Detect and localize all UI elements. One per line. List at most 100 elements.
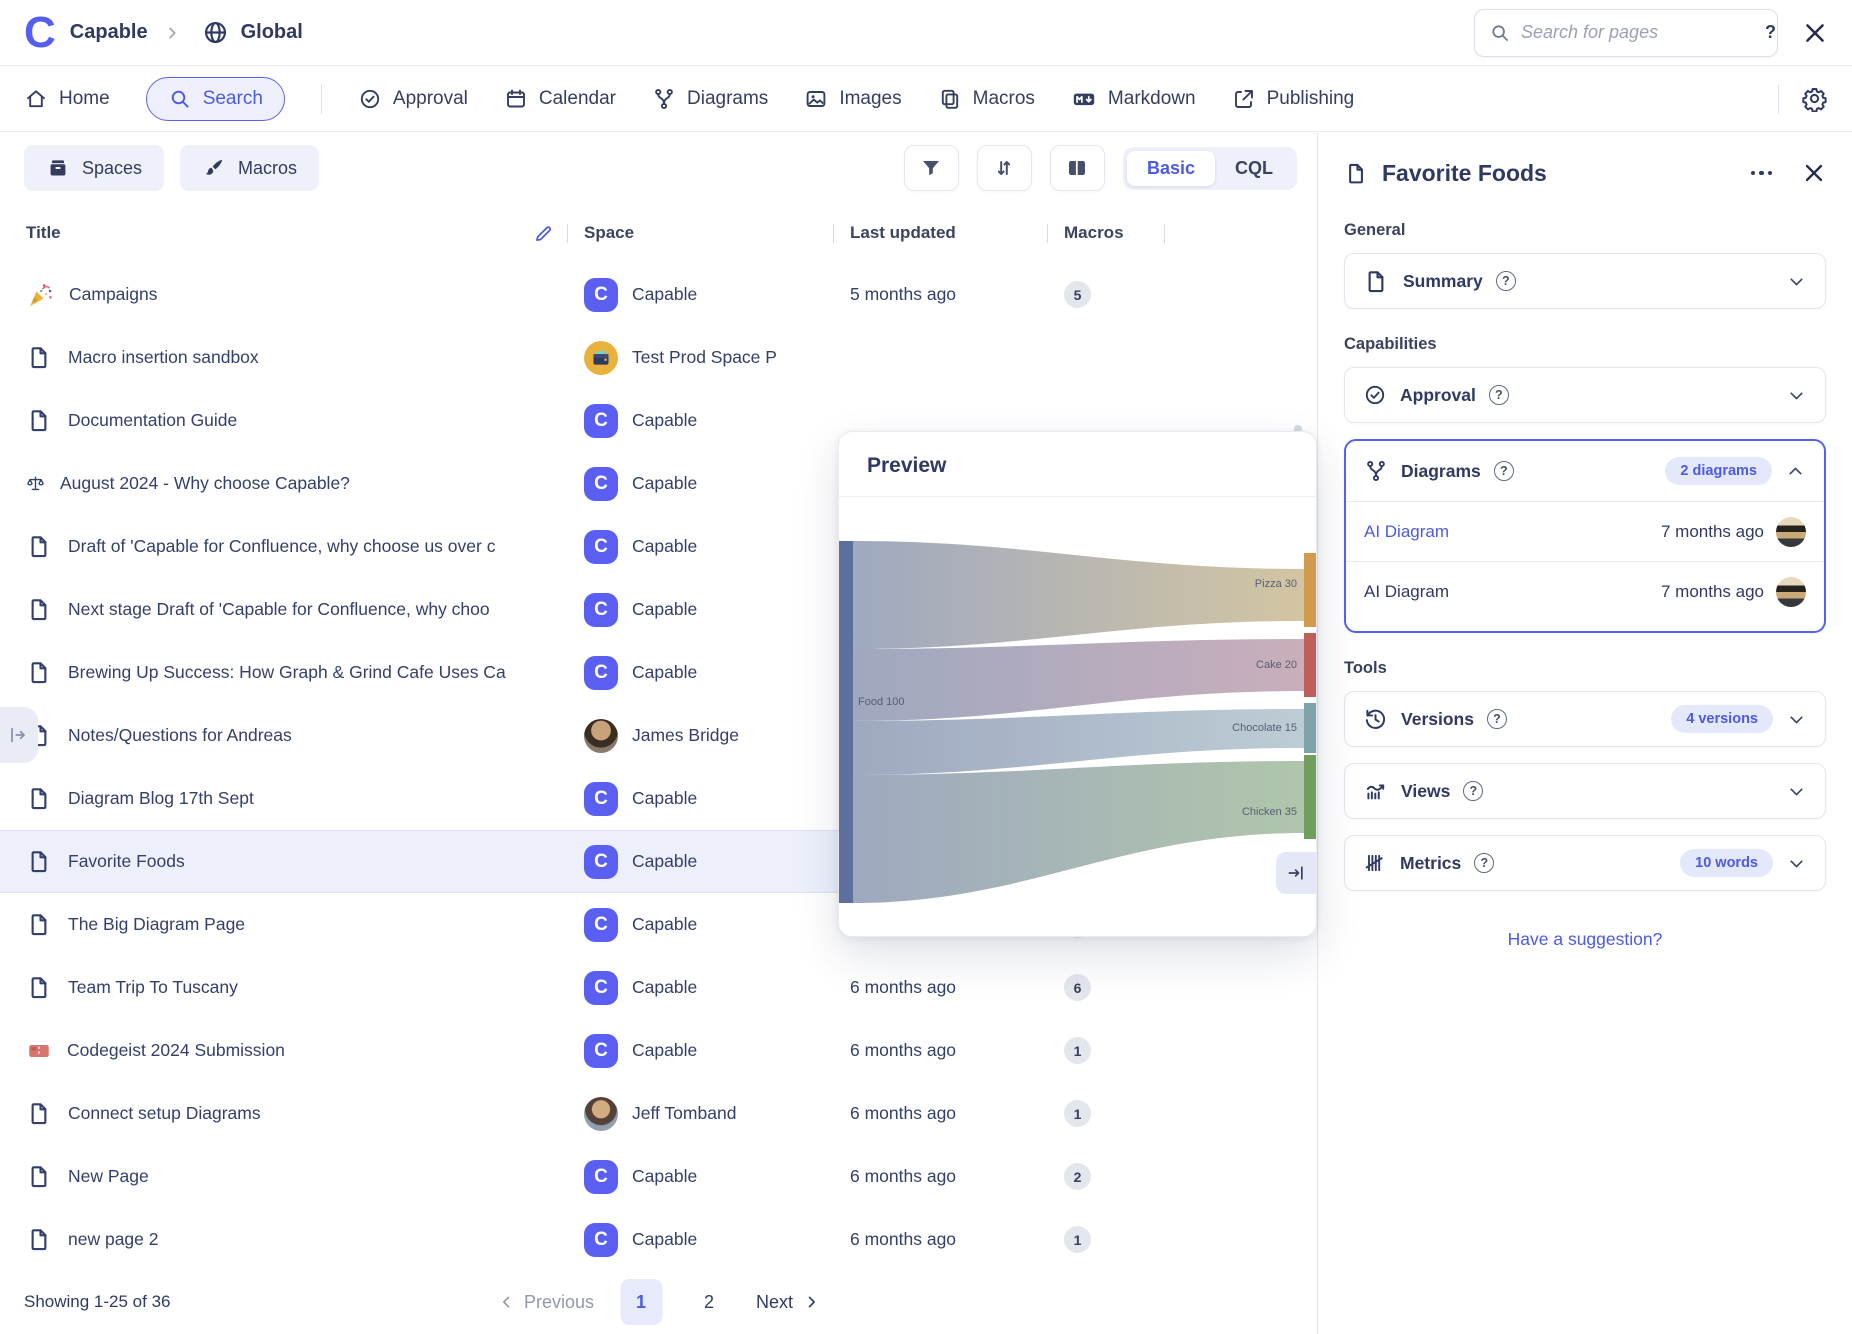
mode-basic[interactable]: Basic [1127,151,1215,186]
chevron-down-icon[interactable] [1786,709,1807,730]
table-row[interactable]: new page 2 C Capable 6 months ago 1 [0,1208,1305,1271]
column-header-updated[interactable]: Last updated [850,203,1064,263]
search-input[interactable] [1521,22,1755,43]
row-title[interactable]: Brewing Up Success: How Graph & Grind Ca… [68,662,506,683]
chevron-down-icon[interactable] [1786,271,1807,292]
jump-to-page-button[interactable] [0,707,38,763]
nav-item-search[interactable]: Search [146,77,285,121]
row-space[interactable]: James Bridge [584,719,850,753]
row-title[interactable]: August 2024 - Why choose Capable? [60,473,350,494]
nav-item-approval[interactable]: Approval [358,87,468,111]
nav-item-home[interactable]: Home [24,87,110,111]
chevron-down-icon[interactable] [1786,781,1807,802]
column-divider[interactable] [1047,224,1048,243]
mode-cql[interactable]: CQL [1215,151,1293,186]
columns-button[interactable] [1050,145,1105,191]
gear-icon[interactable] [1801,85,1828,112]
breadcrumb-app[interactable]: Capable [70,21,148,44]
diagram-link[interactable]: AI Diagram [1364,522,1449,542]
row-title[interactable]: The Big Diagram Page [68,914,245,935]
row-space[interactable]: Jeff Tomband [584,1097,850,1131]
row-space[interactable]: C Capable [584,908,850,942]
table-row[interactable]: Codegeist 2024 Submission C Capable 6 mo… [0,1019,1305,1082]
suggestion-link[interactable]: Have a suggestion? [1344,929,1826,950]
row-space[interactable]: C Capable [584,1034,850,1068]
nav-item-publishing[interactable]: Publishing [1232,87,1355,111]
diagram-item[interactable]: AI Diagram 7 months ago [1346,561,1824,621]
nav-item-images[interactable]: Images [804,87,901,111]
previous-page-button[interactable]: Previous [498,1292,594,1313]
row-title[interactable]: Macro insertion sandbox [68,347,259,368]
chevron-up-icon[interactable] [1785,461,1806,482]
table-row[interactable]: Team Trip To Tuscany C Capable 6 months … [0,956,1305,1019]
page-number-2[interactable]: 2 [688,1279,730,1325]
row-title[interactable]: New Page [68,1166,149,1187]
row-space[interactable]: C Capable [584,1160,850,1194]
row-title[interactable]: Documentation Guide [68,410,237,431]
row-space[interactable]: C Capable [584,1223,850,1257]
panel-card-summary[interactable]: Summary ? [1344,253,1826,309]
column-divider[interactable] [833,224,834,243]
more-options-button[interactable] [1745,165,1779,182]
panel-close-icon[interactable] [1802,161,1826,185]
row-title[interactable]: Diagram Blog 17th Sept [68,788,254,809]
table-row[interactable]: Campaigns C Capable 5 months ago 5 [0,263,1305,326]
search-help[interactable]: ? [1765,22,1776,43]
capable-logo-icon[interactable]: C [24,11,54,55]
help-icon[interactable]: ? [1494,461,1514,481]
panel-card-versions[interactable]: Versions ? 4 versions [1344,691,1826,747]
close-icon[interactable] [1802,20,1828,46]
diagram-item[interactable]: AI Diagram 7 months ago [1346,501,1824,561]
open-preview-button[interactable] [1276,852,1316,894]
row-title[interactable]: Next stage Draft of 'Capable for Conflue… [68,599,490,620]
breadcrumb-space[interactable]: Global [241,21,303,44]
help-icon[interactable]: ? [1496,271,1516,291]
column-header-macros[interactable]: Macros [1064,203,1181,263]
row-title[interactable]: Codegeist 2024 Submission [67,1040,285,1061]
help-icon[interactable]: ? [1474,853,1494,873]
table-row[interactable]: Connect setup Diagrams Jeff Tomband 6 mo… [0,1082,1305,1145]
row-space[interactable]: C Capable [584,971,850,1005]
macros-filter-button[interactable]: Macros [180,145,319,191]
row-space[interactable]: C Capable [584,782,850,816]
row-title[interactable]: new page 2 [68,1229,159,1250]
chevron-down-icon[interactable] [1786,385,1807,406]
table-row[interactable]: New Page C Capable 6 months ago 2 [0,1145,1305,1208]
help-icon[interactable]: ? [1487,709,1507,729]
spaces-filter-button[interactable]: Spaces [24,145,164,191]
row-space[interactable]: C Capable [584,530,850,564]
row-space[interactable]: C Capable [584,845,850,879]
column-header-space[interactable]: Space [584,203,850,263]
row-space[interactable]: C Capable [584,467,850,501]
nav-item-calendar[interactable]: Calendar [504,87,616,111]
nav-item-macros[interactable]: Macros [938,87,1035,111]
row-space[interactable]: C Capable [584,278,850,312]
page-search[interactable]: ? [1474,9,1778,57]
row-title[interactable]: Draft of 'Capable for Confluence, why ch… [68,536,495,557]
row-title[interactable]: Notes/Questions for Andreas [68,725,292,746]
row-space[interactable]: C Capable [584,593,850,627]
column-header-title[interactable]: Title [0,203,584,263]
row-title[interactable]: Favorite Foods [68,851,185,872]
row-title[interactable]: Connect setup Diagrams [68,1103,261,1124]
filter-button[interactable] [904,145,959,191]
column-divider[interactable] [1164,224,1165,243]
panel-card-approval[interactable]: Approval ? [1344,367,1826,423]
nav-item-diagrams[interactable]: Diagrams [652,87,768,111]
row-space[interactable]: C Capable [584,404,850,438]
pencil-icon[interactable] [533,223,554,244]
panel-card-views[interactable]: Views ? [1344,763,1826,819]
table-row[interactable]: Macro insertion sandbox Test Prod Space … [0,326,1305,389]
panel-card-metrics[interactable]: Metrics ? 10 words [1344,835,1826,891]
nav-item-markdown[interactable]: Markdown [1071,86,1196,112]
page-number-1[interactable]: 1 [620,1279,662,1325]
row-title[interactable]: Team Trip To Tuscany [68,977,238,998]
diagram-link[interactable]: AI Diagram [1364,582,1449,602]
row-space[interactable]: C Capable [584,656,850,690]
chevron-down-icon[interactable] [1786,853,1807,874]
row-space[interactable]: Test Prod Space P [584,341,850,375]
next-page-button[interactable]: Next [756,1292,819,1313]
sort-button[interactable] [977,145,1032,191]
column-divider[interactable] [567,224,568,243]
panel-card-diagrams[interactable]: Diagrams ? 2 diagrams AI Diagram 7 month… [1344,439,1826,633]
